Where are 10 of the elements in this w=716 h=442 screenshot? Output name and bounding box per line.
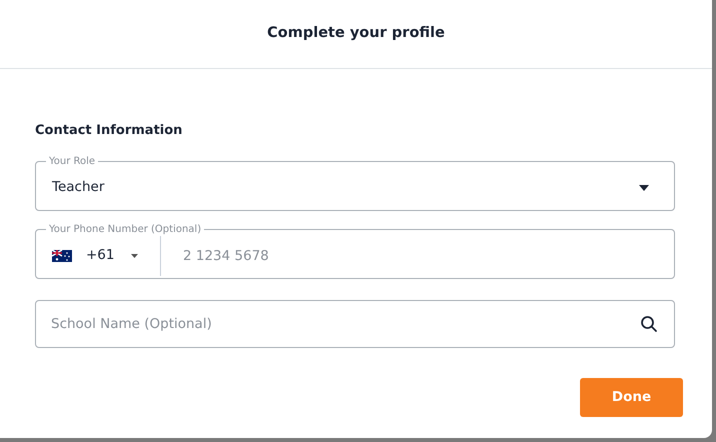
- search-icon: [640, 314, 658, 332]
- phone-field[interactable]: Your Phone Number (Optional) +61 2 1234 5678: [35, 222, 675, 278]
- caret-icon: [130, 254, 138, 258]
- phone-input[interactable]: 2 1234 5678: [161, 236, 674, 276]
- section-title: Contact Information: [35, 122, 184, 140]
- dialog-title: Complete your profile: [267, 24, 445, 44]
- flag-icon: [52, 250, 72, 262]
- caret-icon: [639, 184, 649, 190]
- country-code-select[interactable]: +61: [86, 245, 114, 266]
- role-select[interactable]: Your Role Teacher: [35, 154, 675, 210]
